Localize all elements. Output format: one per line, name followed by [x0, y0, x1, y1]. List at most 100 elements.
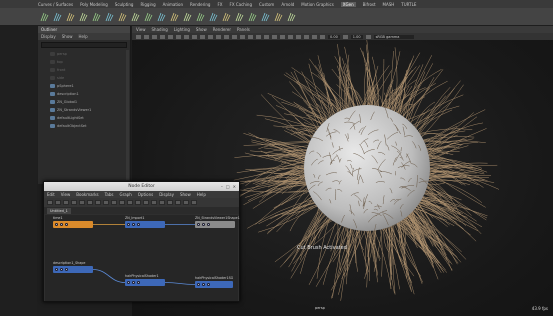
viewport-menu-shading[interactable]: Shading: [152, 27, 168, 32]
xray-icon[interactable]: [296, 34, 301, 39]
ssao-icon[interactable]: [264, 34, 269, 39]
ne-menu-tabs[interactable]: Tabs: [105, 192, 114, 197]
xgen-cache-icon[interactable]: [235, 12, 244, 22]
search-icon[interactable]: [191, 200, 197, 205]
shelf-tab-mash[interactable]: MASH: [383, 2, 395, 7]
connected-mode-icon[interactable]: [111, 200, 117, 205]
grid-icon[interactable]: [168, 34, 173, 39]
outliner-item[interactable]: top: [50, 58, 130, 66]
outliner-item[interactable]: persp: [50, 50, 130, 58]
xgen-clump-icon[interactable]: [183, 12, 192, 22]
motion-blur-icon[interactable]: [272, 34, 277, 39]
ne-menu-view[interactable]: View: [61, 192, 71, 197]
exposure-field[interactable]: 0.00: [328, 34, 340, 39]
shelf-tab-turtle[interactable]: TURTLE: [401, 2, 416, 7]
wireframe-icon[interactable]: [224, 34, 229, 39]
arrange-icon[interactable]: [95, 200, 101, 205]
shelf-tab-curves-surfaces[interactable]: Curves / Surfaces: [38, 2, 73, 7]
field-chart-icon[interactable]: [200, 34, 205, 39]
full-mode-icon[interactable]: [119, 200, 125, 205]
shelf-tab-motion-graphics[interactable]: Motion Graphics: [301, 2, 334, 7]
xgen-noise-icon[interactable]: [196, 12, 205, 22]
ne-menu-help[interactable]: Help: [197, 192, 206, 197]
color-management-icon[interactable]: [365, 34, 371, 39]
graph-node[interactable]: [125, 221, 165, 228]
xgen-brush-icon[interactable]: [92, 12, 101, 22]
xgen-comb-icon[interactable]: [118, 12, 127, 22]
outliner-menu-show[interactable]: Show: [62, 34, 73, 39]
outliner-menu-display[interactable]: Display: [41, 34, 56, 39]
viewport-menu-show[interactable]: Show: [196, 27, 207, 32]
graph-input-output-icon[interactable]: [47, 200, 53, 205]
shelf-tab-rendering[interactable]: Rendering: [190, 2, 210, 7]
graph-node[interactable]: [195, 281, 233, 288]
outliner-item[interactable]: defaultObjectSet: [50, 122, 130, 130]
image-plane-icon[interactable]: [160, 34, 165, 39]
camera-select-icon[interactable]: [136, 34, 141, 39]
xgen-render-icon[interactable]: [261, 12, 270, 22]
smooth-shade-icon[interactable]: [232, 34, 237, 39]
shadows-icon[interactable]: [256, 34, 261, 39]
custom-mode-icon[interactable]: [127, 200, 133, 205]
add-selected-icon[interactable]: [79, 200, 85, 205]
color-space-select[interactable]: sRGB gamma: [373, 34, 414, 39]
xgen-length-icon[interactable]: [157, 12, 166, 22]
simple-mode-icon[interactable]: [103, 200, 109, 205]
shelf-tab-fx[interactable]: FX: [217, 2, 222, 7]
grid-snap-icon[interactable]: [135, 200, 141, 205]
ne-menu-display[interactable]: Display: [159, 192, 174, 197]
xgen-cut-icon[interactable]: [105, 12, 114, 22]
outliner-item[interactable]: side: [50, 74, 130, 82]
xgen-width-icon[interactable]: [170, 12, 179, 22]
graph-node[interactable]: [125, 279, 165, 286]
node-graph-canvas[interactable]: time1 ZN_Import1 ZN_StrandsViewer1Shape1 de…: [45, 215, 240, 301]
gate-mask-icon[interactable]: [192, 34, 197, 39]
ne-menu-edit[interactable]: Edit: [47, 192, 55, 197]
outliner-search-input[interactable]: [41, 42, 127, 48]
frame-selected-icon[interactable]: [167, 200, 173, 205]
remove-selected-icon[interactable]: [87, 200, 93, 205]
xgen-collision-icon[interactable]: [222, 12, 231, 22]
viewport-menu-renderer[interactable]: Renderer: [213, 27, 231, 32]
outliner-scrollbar[interactable]: [126, 50, 129, 180]
outliner-item[interactable]: front: [50, 66, 130, 74]
xgen-settings-icon[interactable]: [274, 12, 283, 22]
textured-icon[interactable]: [240, 34, 245, 39]
ne-menu-options[interactable]: Options: [138, 192, 153, 197]
shelf-tab-rigging[interactable]: Rigging: [140, 2, 155, 7]
safe-title-icon[interactable]: [216, 34, 221, 39]
gamma-field[interactable]: 1.00: [350, 34, 363, 39]
xgen-export-icon[interactable]: [248, 12, 257, 22]
viewport-menu-view[interactable]: View: [136, 27, 146, 32]
ne-menu-show[interactable]: Show: [180, 192, 191, 197]
viewport-menu-lighting[interactable]: Lighting: [174, 27, 190, 32]
film-gate-icon[interactable]: [176, 34, 181, 39]
frame-all-icon[interactable]: [159, 200, 165, 205]
lights-icon[interactable]: [248, 34, 253, 39]
grid-toggle-icon[interactable]: [143, 200, 149, 205]
graph-node[interactable]: [53, 221, 93, 228]
gamma-icon[interactable]: [342, 34, 348, 39]
ne-menu-bookmarks[interactable]: Bookmarks: [76, 192, 98, 197]
resolution-gate-icon[interactable]: [184, 34, 189, 39]
outliner-item[interactable]: ZN_StrandsViewer1: [50, 106, 130, 114]
shelf-tab-arnold[interactable]: Arnold: [281, 2, 294, 7]
outliner-menu-help[interactable]: Help: [79, 34, 88, 39]
shelf-tab-fx-caching[interactable]: FX Caching: [230, 2, 252, 7]
xgen-help-icon[interactable]: [287, 12, 296, 22]
antialias-icon[interactable]: [280, 34, 285, 39]
outliner-item[interactable]: pSphere1: [50, 82, 130, 90]
shelf-tab-sculpting[interactable]: Sculpting: [115, 2, 134, 7]
graph-node[interactable]: [53, 266, 93, 273]
exposure-icon[interactable]: [320, 34, 325, 39]
shelf-tab-xgen[interactable]: XGen: [340, 1, 356, 7]
graph-inputs-icon[interactable]: [55, 200, 61, 205]
outliner-item[interactable]: description1: [50, 90, 130, 98]
outliner-item[interactable]: ZN_Global1: [50, 98, 130, 106]
outliner-item[interactable]: defaultLightSet: [50, 114, 130, 122]
bookmark-icon[interactable]: [175, 200, 181, 205]
tab-untitled[interactable]: Untitled_1: [47, 208, 71, 214]
pin-icon[interactable]: [183, 200, 189, 205]
bookmark-icon[interactable]: [152, 34, 157, 39]
maximize-icon[interactable]: □: [226, 184, 230, 189]
